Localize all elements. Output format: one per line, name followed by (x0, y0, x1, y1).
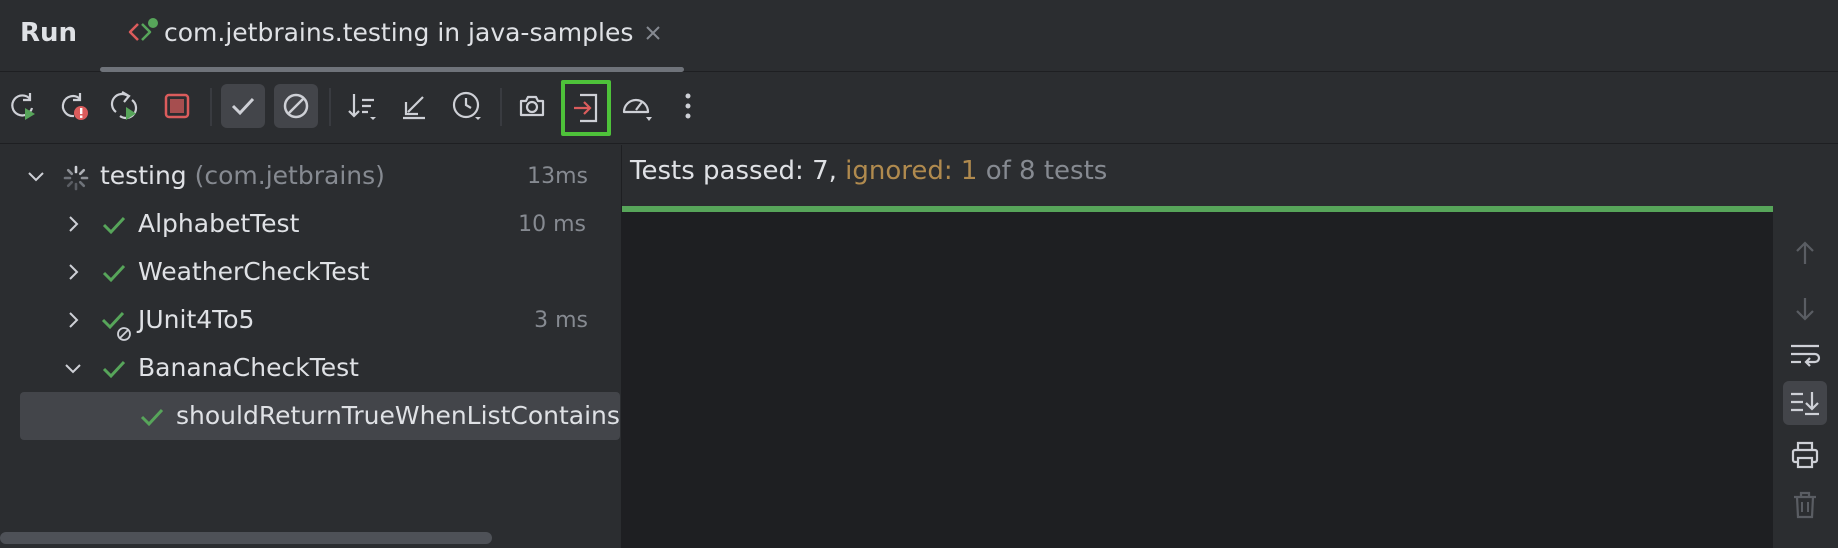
tree-row-label: shouldReturnTrueWhenListContains (176, 401, 620, 430)
passed-check-icon (138, 404, 166, 430)
run-toolbar (0, 72, 1838, 144)
export-results-button[interactable] (510, 84, 554, 128)
chevron-down-icon[interactable] (61, 356, 85, 380)
scroll-to-end-button[interactable] (1783, 381, 1827, 425)
row-duration: 10 ms (518, 212, 586, 237)
import-icon (570, 91, 602, 125)
rerun-failed-icon (58, 90, 90, 122)
print-button[interactable] (1783, 433, 1827, 477)
tree-row-label: AlphabetTest (138, 209, 300, 238)
run-tab[interactable]: com.jetbrains.testing in java-samples (100, 0, 684, 72)
import-tests-button[interactable] (561, 80, 611, 136)
soft-wrap-icon (1789, 341, 1821, 369)
printer-icon (1790, 440, 1820, 470)
tree-horizontal-scrollbar[interactable] (0, 532, 492, 544)
collapse-all-button[interactable] (392, 84, 436, 128)
previous-occurrence-button[interactable] (1783, 231, 1827, 275)
close-icon[interactable] (642, 22, 664, 44)
rerun-failed-button[interactable] (52, 84, 96, 128)
tree-row-label: testing (com.jetbrains) (100, 160, 385, 192)
running-spinner-icon (62, 164, 90, 191)
test-run-icon (124, 16, 160, 48)
root-duration: 13ms (527, 164, 588, 189)
trash-icon (1791, 490, 1819, 520)
tree-row-alphabet-test[interactable]: AlphabetTest 10 ms (0, 200, 620, 248)
run-tool-window-header: Run com.jetbrains.testing in java-sample… (0, 0, 1838, 72)
tool-window-title: Run (20, 18, 78, 48)
passed-check-icon (100, 356, 128, 382)
camera-icon (517, 91, 547, 121)
collapse-icon (399, 91, 429, 121)
ignored-icon (281, 91, 311, 121)
tree-row-label: BananaCheckTest (138, 353, 359, 382)
rerun-button[interactable] (2, 84, 46, 128)
test-tree: testing (com.jetbrains) 13ms AlphabetTes… (0, 145, 620, 548)
chevron-right-icon[interactable] (61, 212, 85, 236)
passed-check-icon (100, 260, 128, 286)
show-ignored-button[interactable] (274, 84, 318, 128)
tree-row-label: JUnit4To5 (138, 305, 255, 334)
tree-row-root[interactable]: testing (com.jetbrains) 13ms (0, 152, 620, 200)
tests-ignored-text: ignored: 1 (845, 156, 978, 186)
arrow-up-icon (1792, 239, 1818, 267)
tree-row-banana-check-test[interactable]: BananaCheckTest (0, 344, 620, 392)
test-progress-bar (622, 206, 1774, 212)
stop-button[interactable] (155, 84, 199, 128)
tests-total-text: of 8 tests (977, 156, 1108, 186)
root-package: (com.jetbrains) (194, 161, 385, 190)
speedometer-icon (619, 90, 653, 122)
passed-check-icon (100, 212, 128, 238)
tree-row-label: WeatherCheckTest (138, 257, 370, 286)
sort-icon (346, 90, 378, 122)
tree-row-weather-check-test[interactable]: WeatherCheckTest (0, 248, 620, 296)
more-button[interactable] (666, 84, 710, 128)
next-occurrence-button[interactable] (1783, 287, 1827, 331)
run-tab-label: com.jetbrains.testing in java-samples (164, 18, 634, 47)
sort-button[interactable] (340, 84, 384, 128)
show-passed-button[interactable] (221, 84, 265, 128)
passed-with-ignored-icon (100, 308, 134, 342)
console-status-bar: Tests passed: 7, ignored: 1 of 8 tests (622, 145, 1774, 209)
tests-passed-text: Tests passed: 7, (630, 156, 846, 186)
arrow-down-icon (1792, 295, 1818, 323)
scroll-to-end-icon (1789, 389, 1821, 417)
check-icon (229, 92, 257, 120)
toolbar-separator (210, 88, 212, 126)
auto-rerun-icon (108, 90, 140, 122)
chevron-down-icon[interactable] (24, 164, 48, 188)
test-settings-button[interactable] (614, 84, 658, 128)
more-vertical-icon (683, 91, 693, 121)
clear-all-button[interactable] (1783, 483, 1827, 527)
toolbar-separator (329, 88, 331, 126)
test-history-button[interactable] (445, 84, 489, 128)
tree-row-junit4to5[interactable]: JUnit4To5 3 ms (0, 296, 620, 344)
console-panel: Tests passed: 7, ignored: 1 of 8 tests (621, 145, 1774, 548)
soft-wrap-button[interactable] (1783, 333, 1827, 377)
stop-icon (164, 93, 190, 119)
history-icon (451, 90, 483, 122)
root-label: testing (100, 161, 187, 190)
rerun-icon (8, 90, 40, 122)
row-duration: 3 ms (534, 308, 588, 333)
chevron-right-icon[interactable] (61, 308, 85, 332)
toolbar-separator (500, 88, 502, 126)
console-side-toolbar (1773, 145, 1838, 548)
chevron-right-icon[interactable] (61, 260, 85, 284)
test-summary: Tests passed: 7, ignored: 1 of 8 tests (630, 153, 1107, 189)
toggle-auto-test-button[interactable] (102, 84, 146, 128)
tree-row-should-return-true-when-list-contains[interactable]: shouldReturnTrueWhenListContains (20, 392, 620, 440)
